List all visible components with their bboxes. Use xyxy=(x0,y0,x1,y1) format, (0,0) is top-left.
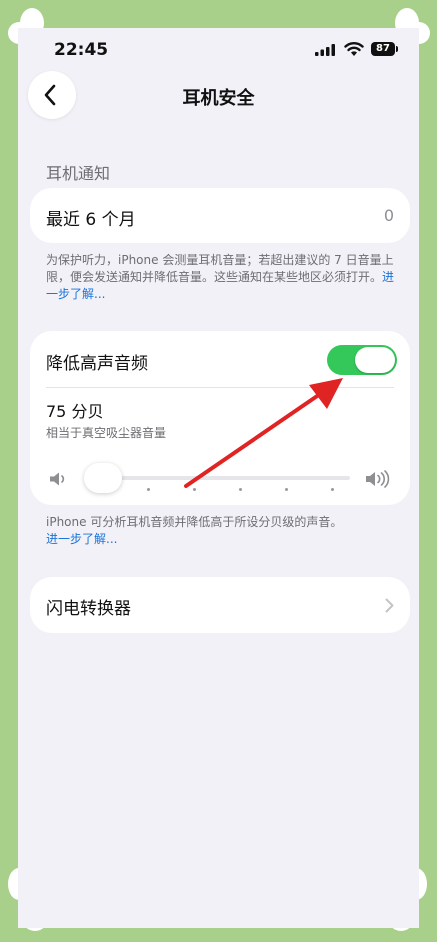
phone-screen: 22:45 87 耳机安全 耳机通知 最近 6 个月 0 为保护听力，iPhon… xyxy=(18,28,419,928)
annotation-arrow-icon xyxy=(184,378,343,488)
